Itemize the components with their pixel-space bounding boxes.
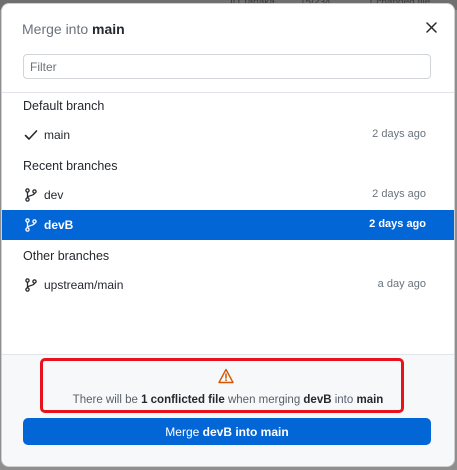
branch-time: 2 days ago: [369, 218, 426, 230]
check-icon: [24, 130, 38, 140]
merge-dialog: Merge into main Default branch main 2 da…: [2, 4, 454, 466]
merge-button-middle: into: [232, 424, 261, 439]
branch-icon: [25, 218, 37, 232]
group-label-default: Default branch: [23, 99, 105, 113]
branch-time: 2 days ago: [372, 188, 426, 200]
branch-name: devB: [44, 218, 74, 232]
group-label-recent: Recent branches: [23, 159, 118, 173]
merge-button-prefix: Merge: [165, 424, 203, 439]
dialog-title: Merge into main: [22, 21, 125, 37]
close-button[interactable]: [422, 18, 440, 36]
branch-name: main: [44, 128, 71, 142]
merge-button[interactable]: Merge devB into main: [23, 418, 431, 445]
merge-button-target: main: [260, 424, 289, 439]
branch-name: dev: [44, 188, 64, 202]
dialog-title-branch: main: [92, 21, 125, 37]
branch-icon: [25, 188, 37, 202]
branch-item-main[interactable]: main 2 days ago: [2, 120, 454, 150]
footer-divider: [2, 354, 454, 355]
branch-item-upstream-main[interactable]: upstream/main a day ago: [2, 270, 454, 300]
header-divider: [2, 92, 454, 93]
group-label-other: Other branches: [23, 249, 110, 263]
dialog-title-prefix: Merge into: [22, 21, 89, 37]
close-icon: [425, 21, 437, 33]
annotation-highlight-box: [40, 358, 404, 413]
branch-item-devb[interactable]: devB 2 days ago: [2, 210, 454, 240]
branch-time: 2 days ago: [372, 128, 426, 140]
branch-time: a day ago: [377, 278, 426, 290]
branch-icon: [25, 278, 37, 292]
filter-input[interactable]: [23, 54, 431, 79]
dialog-header: Merge into main: [2, 4, 454, 52]
merge-button-source: devB: [202, 424, 232, 439]
branch-item-dev[interactable]: dev 2 days ago: [2, 180, 454, 210]
branch-name: upstream/main: [44, 278, 124, 292]
